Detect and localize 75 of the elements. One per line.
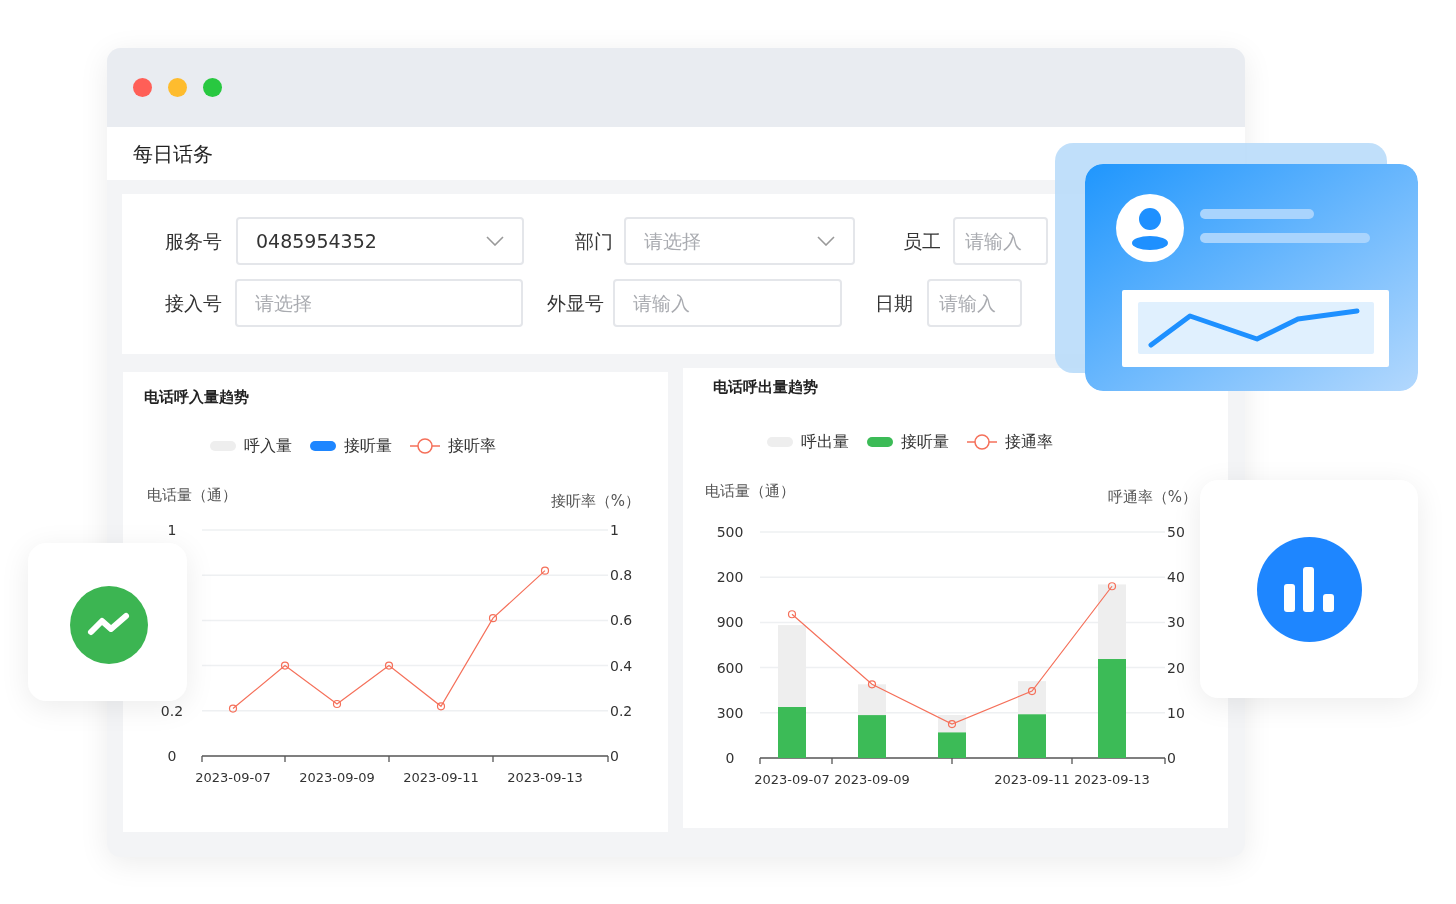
data-point <box>1027 687 1037 696</box>
page-title: 每日话务 <box>133 140 213 168</box>
legend-label: 呼出量 <box>801 431 849 453</box>
legend-label: 接听量 <box>344 435 392 457</box>
data-point <box>867 680 877 689</box>
tick-label: 2023-09-07 <box>754 772 830 787</box>
legend-label: 接听量 <box>901 431 949 453</box>
field-label: 部门 <box>574 228 613 254</box>
close-button[interactable] <box>133 78 152 97</box>
data-point <box>436 702 446 711</box>
data-point <box>540 566 550 575</box>
tick-label: 300 <box>716 704 744 721</box>
field-label: 员工 <box>902 228 941 254</box>
data-point <box>280 661 290 670</box>
chevron-down-icon <box>486 236 504 246</box>
axis-title: 呼通率（%） <box>1107 487 1197 508</box>
select-field[interactable]: 0485954352 <box>236 217 524 265</box>
tick-label: 2023-09-13 <box>1074 772 1150 787</box>
tick-label: 1 <box>167 522 177 538</box>
tick-label: 50 <box>1167 524 1185 540</box>
data-point <box>228 704 238 713</box>
chart-title: 电话呼出量趋势 <box>713 377 818 398</box>
tick-label: 2023-09-13 <box>507 770 583 785</box>
field-label: 日期 <box>874 290 913 316</box>
tick-label: 0.4 <box>610 657 633 674</box>
tick-label: 0 <box>725 750 735 766</box>
tick-label: 0 <box>610 748 619 764</box>
tick-label: 2023-09-09 <box>834 772 910 787</box>
tick-label: 40 <box>1167 569 1185 586</box>
legend-label: 接听率 <box>448 435 496 457</box>
data-point <box>384 661 394 670</box>
data-point <box>488 614 498 623</box>
data-point <box>947 720 957 729</box>
tick-label: 0.8 <box>610 567 633 584</box>
tick-label: 0.2 <box>610 702 633 719</box>
tick-label: 200 <box>716 569 744 586</box>
axis-title: 电话量（通） <box>147 485 237 506</box>
chevron-down-icon <box>817 236 835 246</box>
input-field[interactable]: 请输入 <box>927 279 1022 327</box>
tick-label: 1 <box>610 522 619 538</box>
trend-icon <box>70 586 148 664</box>
legend-label: 呼入量 <box>244 435 292 457</box>
maximize-button[interactable] <box>203 78 222 97</box>
tick-label: 0.6 <box>610 612 633 629</box>
legend-label: 接通率 <box>1005 431 1053 453</box>
tick-label: 2023-09-11 <box>403 770 479 785</box>
minimize-button[interactable] <box>168 78 187 97</box>
tick-label: 10 <box>1167 704 1185 721</box>
tick-label: 2023-09-11 <box>994 772 1070 787</box>
axis-title: 电话量（通） <box>705 481 795 502</box>
tick-label: 600 <box>716 659 744 676</box>
field-label: 接入号 <box>164 290 222 316</box>
tick-label: 0 <box>1167 750 1176 766</box>
bar <box>1018 714 1046 758</box>
data-point <box>787 610 797 619</box>
bar <box>858 715 886 758</box>
tick-label: 2023-09-07 <box>195 770 271 785</box>
tick-label: 0.2 <box>160 702 184 719</box>
input-field[interactable]: 请输入 <box>953 217 1048 265</box>
chart-title: 电话呼入量趋势 <box>144 387 249 408</box>
input-field[interactable]: 请选择 <box>235 279 523 327</box>
tick-label: 900 <box>716 614 744 631</box>
data-point <box>1107 582 1117 591</box>
field-label: 外显号 <box>546 290 604 316</box>
data-point <box>332 699 342 709</box>
select-field[interactable]: 请选择 <box>624 217 855 265</box>
tick-label: 30 <box>1167 614 1185 631</box>
bar-chart-icon <box>1257 537 1362 642</box>
axis-title: 接听率（%） <box>550 491 640 512</box>
input-field[interactable]: 请输入 <box>613 279 842 327</box>
tick-label: 0 <box>167 748 177 764</box>
tick-label: 20 <box>1167 659 1185 676</box>
tick-label: 2023-09-09 <box>299 770 375 785</box>
field-label: 服务号 <box>164 228 222 254</box>
tick-label: 500 <box>716 524 744 540</box>
